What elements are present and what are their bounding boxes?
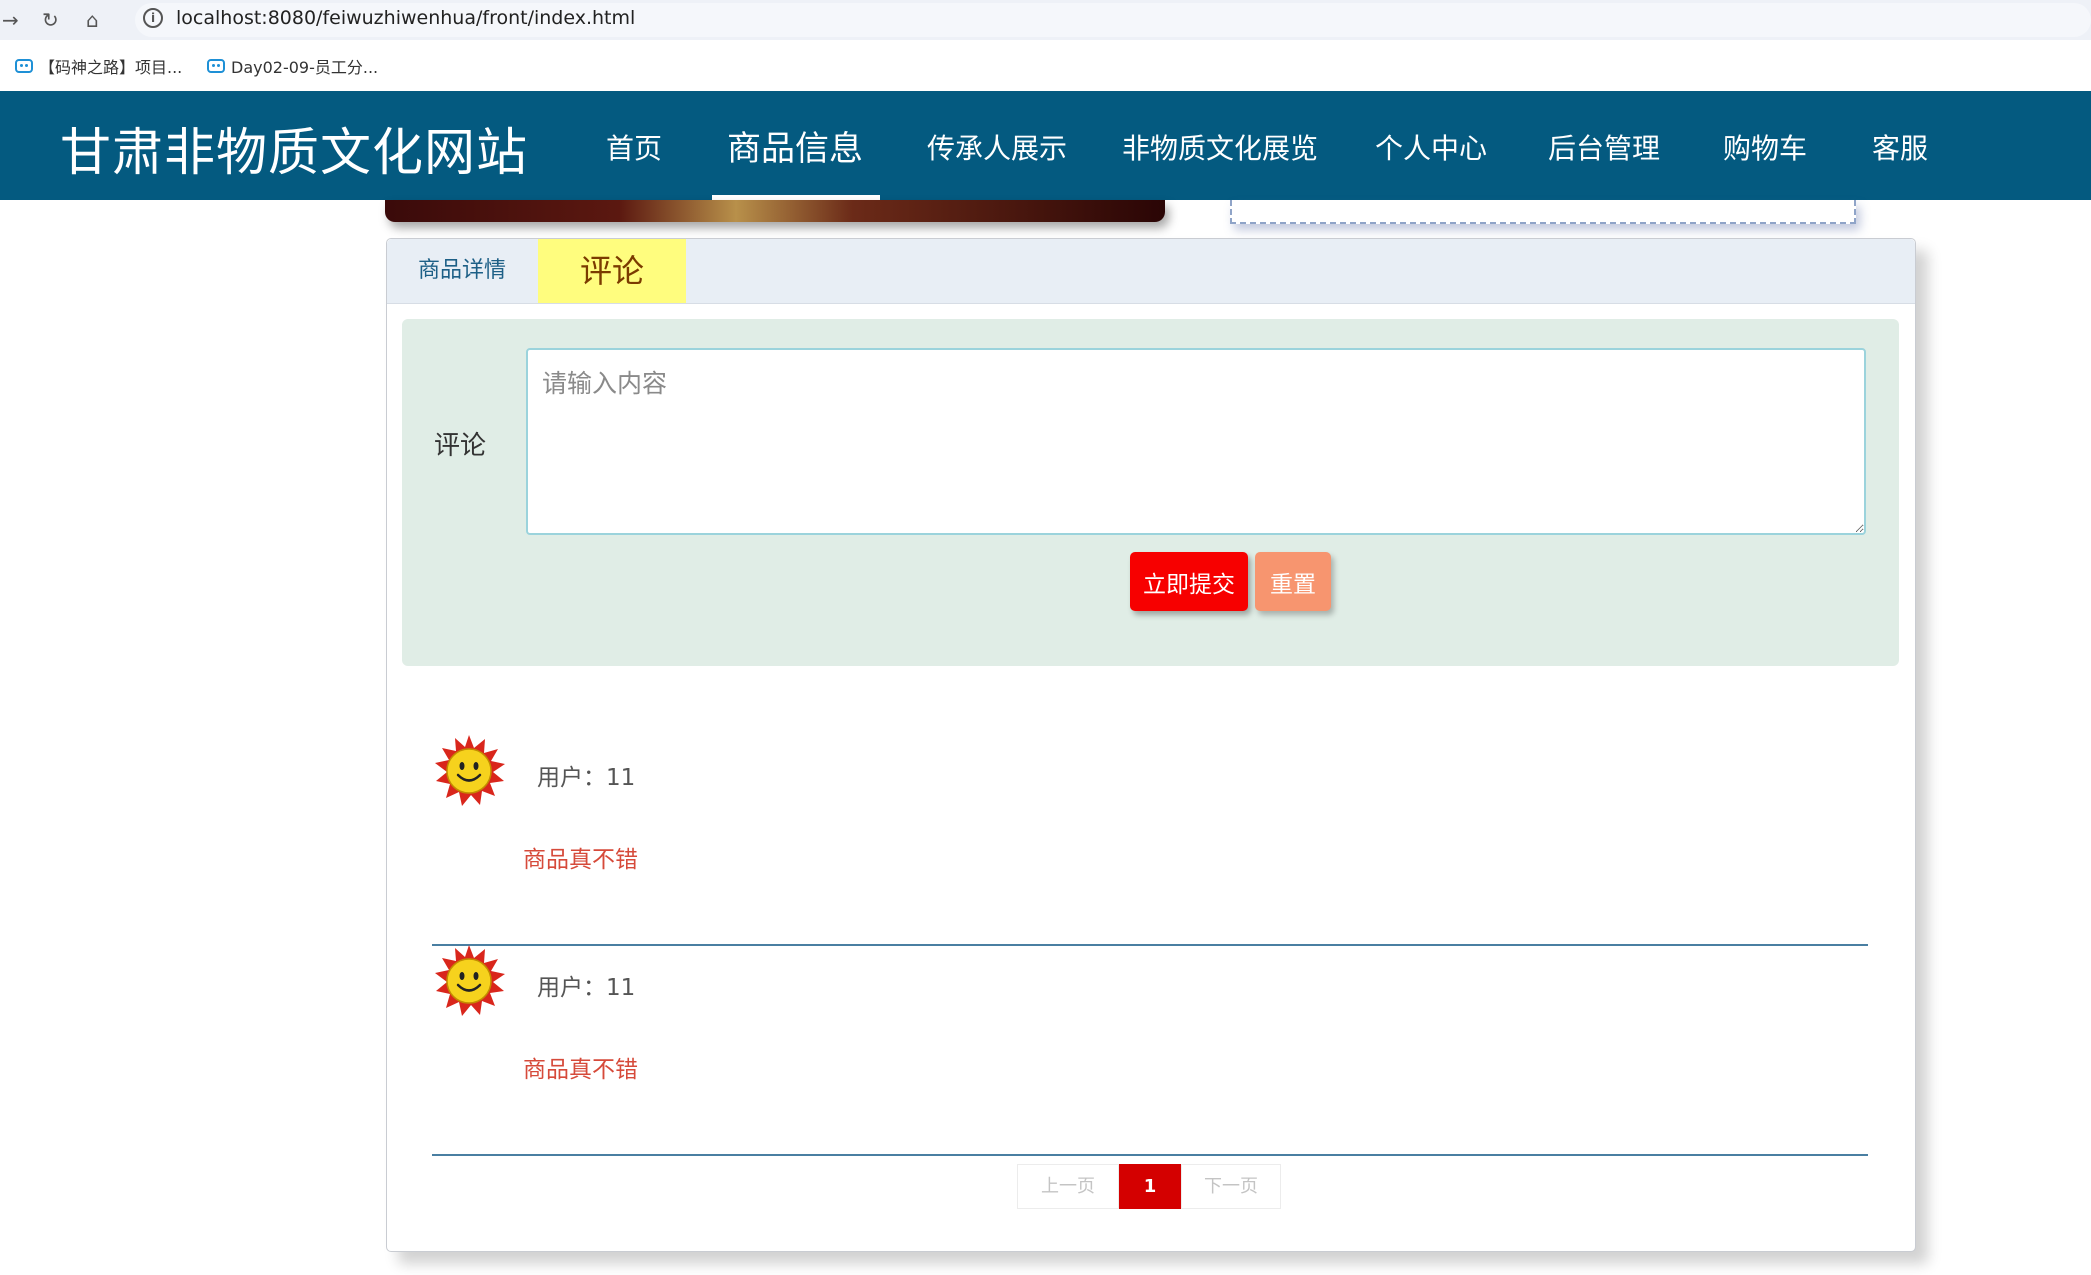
bookmark-item[interactable]: Day02-09-员工分... — [207, 54, 378, 78]
site-header: 甘肃非物质文化网站 首页 商品信息 传承人展示 非物质文化展览 个人中心 后台管… — [0, 91, 2091, 200]
menu-item-admin[interactable]: 后台管理 — [1548, 127, 1660, 167]
comment-form: 评论 立即提交 重置 — [402, 319, 1899, 666]
product-tabs-card: 商品详情 评论 评论 立即提交 重置 用户：11 商品真不错 — [386, 238, 1916, 1252]
menu-item-cart[interactable]: 购物车 — [1723, 127, 1807, 167]
bookmarks-bar: 【码神之路】项目... Day02-09-员工分... — [0, 40, 2091, 90]
bilibili-icon — [15, 59, 33, 73]
menu-item-products[interactable]: 商品信息 — [727, 121, 863, 170]
url-text[interactable]: localhost:8080/feiwuzhiwenhua/front/inde… — [176, 7, 635, 29]
bookmark-item[interactable]: 【码神之路】项目... — [15, 54, 182, 78]
comment-item: 用户：11 商品真不错 — [432, 944, 1868, 1156]
menu-item-exhibition[interactable]: 非物质文化展览 — [1122, 127, 1318, 167]
page-number-current[interactable]: 1 — [1119, 1164, 1181, 1209]
home-icon[interactable]: ⌂ — [86, 6, 99, 34]
prev-page-button[interactable]: 上一页 — [1017, 1164, 1119, 1209]
comment-item: 用户：11 商品真不错 — [432, 734, 1868, 946]
comment-text: 商品真不错 — [523, 1057, 638, 1083]
bookmark-label: Day02-09-员工分... — [231, 58, 379, 77]
comment-input[interactable] — [526, 348, 1866, 535]
comment-text: 商品真不错 — [523, 847, 638, 873]
tab-comments[interactable]: 评论 — [538, 239, 686, 303]
sunflower-avatar-icon — [435, 735, 505, 806]
site-info-icon[interactable]: i — [143, 8, 163, 28]
back-arrow-icon[interactable]: → — [2, 6, 19, 34]
bilibili-icon — [207, 59, 225, 73]
pagination: 上一页 1 下一页 — [1017, 1164, 1281, 1209]
submit-button[interactable]: 立即提交 — [1130, 552, 1248, 611]
tab-product-detail[interactable]: 商品详情 — [387, 239, 537, 303]
sunflower-avatar-icon — [435, 945, 505, 1016]
comment-user: 用户：11 — [537, 975, 636, 1001]
product-image — [385, 200, 1165, 222]
comment-label: 评论 — [434, 431, 487, 461]
menu-item-personal-center[interactable]: 个人中心 — [1375, 127, 1487, 167]
menu-item-inheritors[interactable]: 传承人展示 — [927, 127, 1067, 167]
tab-bar: 商品详情 评论 — [387, 239, 1915, 304]
menu-item-service[interactable]: 客服 — [1872, 127, 1928, 167]
menu-item-home[interactable]: 首页 — [606, 127, 662, 167]
browser-address-bar: → ↻ ⌂ i localhost:8080/feiwuzhiwenhua/fr… — [0, 0, 2091, 40]
bookmark-label: 【码神之路】项目... — [39, 58, 183, 77]
reset-button[interactable]: 重置 — [1255, 552, 1331, 611]
next-page-button[interactable]: 下一页 — [1181, 1164, 1281, 1209]
product-info-box — [1230, 200, 1856, 224]
reload-icon[interactable]: ↻ — [42, 6, 59, 34]
comment-user: 用户：11 — [537, 765, 636, 791]
site-title[interactable]: 甘肃非物质文化网站 — [60, 111, 528, 185]
